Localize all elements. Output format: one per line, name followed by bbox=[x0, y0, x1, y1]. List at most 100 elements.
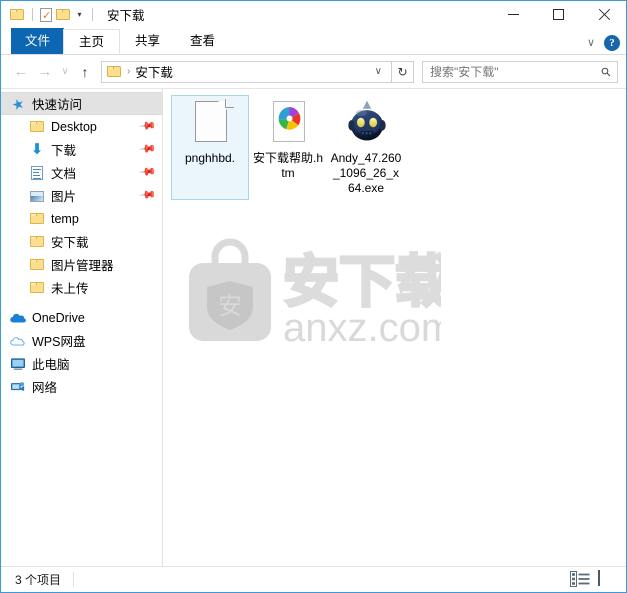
folder-icon bbox=[29, 234, 45, 250]
file-item[interactable]: pnghhbd. bbox=[171, 95, 249, 200]
folder-icon bbox=[29, 257, 45, 273]
sidebar-item-label: 文档 bbox=[51, 167, 77, 181]
document-icon bbox=[29, 165, 45, 181]
ribbon-tab-strip: 文件 主页 共享 查看 ∨ ? bbox=[1, 28, 626, 55]
sidebar-item-anxiazai[interactable]: 安下载 bbox=[1, 230, 162, 253]
sidebar-item-downloads[interactable]: ⬇ 下载 📌 bbox=[1, 138, 162, 161]
details-view-button[interactable] bbox=[570, 570, 590, 589]
sidebar-item-label: 下载 bbox=[51, 144, 77, 158]
folder-icon bbox=[29, 280, 45, 296]
toolbar-divider bbox=[32, 8, 33, 21]
blank-document-icon bbox=[186, 99, 234, 147]
sidebar-item-label: Desktop bbox=[51, 119, 97, 134]
status-divider bbox=[73, 572, 75, 587]
window-controls bbox=[491, 1, 626, 28]
tab-file[interactable]: 文件 bbox=[11, 28, 65, 54]
file-item[interactable]: Andy_47.260_1096_26_x64.exe bbox=[327, 95, 405, 200]
sidebar-item-label: 未上传 bbox=[51, 282, 89, 296]
watermark-logo: 安 安下载 anxz.com bbox=[189, 238, 441, 350]
sidebar-item-label: 图片管理器 bbox=[51, 259, 114, 273]
sidebar-item-label: 安下载 bbox=[51, 236, 89, 250]
breadcrumb-dropdown-icon[interactable]: ∨ bbox=[368, 66, 389, 77]
sidebar-item-temp[interactable]: temp bbox=[1, 207, 162, 230]
file-explorer-window: ✓ ▾ 安下载 文件 主页 共享 查看 ∨ ? ← → ∨ ↑ › 安下载 ∨ … bbox=[0, 0, 627, 593]
toolbar-divider-2 bbox=[92, 8, 93, 21]
folder-icon bbox=[29, 119, 45, 135]
quick-access-toolbar: ✓ ▾ bbox=[1, 7, 97, 22]
maximize-icon bbox=[553, 9, 564, 20]
wps-cloud-icon bbox=[10, 333, 26, 349]
window-title: 安下载 bbox=[107, 9, 145, 23]
onedrive-icon bbox=[10, 310, 26, 326]
sidebar-item-wps-cloud[interactable]: WPS网盘 bbox=[1, 329, 162, 352]
folder-icon[interactable] bbox=[10, 8, 25, 21]
html-document-icon bbox=[264, 99, 312, 147]
status-bar: 3 个项目 bbox=[1, 566, 626, 592]
file-item[interactable]: 安下载帮助.htm bbox=[249, 95, 327, 200]
sidebar-item-onedrive[interactable]: OneDrive bbox=[1, 306, 162, 329]
pin-icon[interactable]: 📌 bbox=[138, 140, 156, 158]
network-icon bbox=[10, 379, 26, 395]
file-name: Andy_47.260_1096_26_x64.exe bbox=[330, 151, 402, 195]
back-button[interactable]: ← bbox=[9, 60, 33, 84]
item-count: 3 个项目 bbox=[15, 573, 62, 587]
customize-dropdown-icon[interactable]: ▾ bbox=[74, 9, 85, 21]
maximize-button[interactable] bbox=[536, 1, 581, 28]
forward-button[interactable]: → bbox=[33, 60, 57, 84]
sidebar-item-not-uploaded[interactable]: 未上传 bbox=[1, 276, 162, 299]
refresh-button[interactable]: ↻ bbox=[392, 60, 414, 83]
close-button[interactable] bbox=[581, 1, 626, 28]
search-input[interactable]: 搜索"安下载" bbox=[423, 63, 595, 80]
tab-home[interactable]: 主页 bbox=[63, 29, 121, 54]
file-name: 安下载帮助.htm bbox=[252, 151, 323, 180]
help-icon[interactable]: ? bbox=[604, 35, 620, 51]
minimize-button[interactable] bbox=[491, 1, 536, 28]
search-box[interactable]: 搜索"安下载" ⚲ bbox=[422, 59, 618, 84]
explorer-body: ★ 快速访问 Desktop 📌 ⬇ 下载 📌 文档 📌 图片 📌 temp 安… bbox=[1, 88, 626, 566]
view-mode-buttons bbox=[570, 569, 618, 589]
sidebar-item-quick-access[interactable]: ★ 快速访问 bbox=[1, 92, 162, 115]
address-bar: ← → ∨ ↑ › 安下载 ∨ ↻ 搜索"安下载" ⚲ bbox=[1, 55, 626, 88]
tab-share[interactable]: 共享 bbox=[120, 29, 175, 54]
download-icon: ⬇ bbox=[30, 140, 44, 158]
properties-icon[interactable]: ✓ bbox=[40, 7, 53, 22]
chevron-down-icon[interactable]: ∨ bbox=[587, 37, 595, 49]
tab-view[interactable]: 查看 bbox=[175, 29, 230, 54]
large-icons-view-button[interactable] bbox=[598, 569, 618, 589]
navigation-pane: ★ 快速访问 Desktop 📌 ⬇ 下载 📌 文档 📌 图片 📌 temp 安… bbox=[1, 89, 163, 566]
pictures-icon bbox=[29, 188, 45, 204]
sidebar-item-picture-manager[interactable]: 图片管理器 bbox=[1, 253, 162, 276]
file-list-view[interactable]: 安 安下载 anxz.com pnghhbd. 安下载帮助.htm Andy_4… bbox=[163, 89, 626, 566]
sidebar-item-label: 网络 bbox=[32, 381, 58, 395]
andy-robot-exe-icon bbox=[342, 99, 390, 147]
sidebar-item-desktop[interactable]: Desktop 📌 bbox=[1, 115, 162, 138]
sidebar-item-pictures[interactable]: 图片 📌 bbox=[1, 184, 162, 207]
pin-icon[interactable]: 📌 bbox=[138, 163, 156, 181]
folder-icon bbox=[29, 211, 45, 227]
up-button[interactable]: ↑ bbox=[73, 60, 97, 84]
sidebar-item-label: WPS网盘 bbox=[32, 335, 86, 349]
sidebar-item-label: 快速访问 bbox=[32, 98, 83, 112]
file-name: pnghhbd. bbox=[184, 151, 236, 165]
pin-icon[interactable]: 📌 bbox=[138, 186, 156, 204]
close-icon bbox=[598, 9, 610, 21]
title-bar: ✓ ▾ 安下载 bbox=[1, 1, 626, 28]
search-icon[interactable]: ⚲ bbox=[593, 59, 618, 84]
star-pin-icon: ★ bbox=[9, 93, 27, 114]
new-folder-icon[interactable] bbox=[56, 8, 71, 21]
svg-text:安: 安 bbox=[218, 293, 242, 320]
sidebar-item-network[interactable]: 网络 bbox=[1, 375, 162, 398]
minimize-icon bbox=[508, 14, 519, 15]
pin-icon[interactable]: 📌 bbox=[138, 117, 156, 135]
sidebar-item-label: OneDrive bbox=[32, 310, 85, 325]
sidebar-item-documents[interactable]: 文档 📌 bbox=[1, 161, 162, 184]
breadcrumb[interactable]: › 安下载 ∨ bbox=[101, 60, 392, 83]
breadcrumb-separator-icon: › bbox=[127, 66, 131, 77]
breadcrumb-path[interactable]: 安下载 bbox=[135, 62, 173, 81]
sidebar-item-this-pc[interactable]: 此电脑 bbox=[1, 352, 162, 375]
recent-locations-button[interactable]: ∨ bbox=[57, 60, 73, 84]
breadcrumb-folder-icon bbox=[107, 65, 122, 78]
file-grid: pnghhbd. 安下载帮助.htm Andy_47.260_1096_26_x… bbox=[171, 95, 405, 200]
sidebar-item-label: temp bbox=[51, 211, 79, 226]
